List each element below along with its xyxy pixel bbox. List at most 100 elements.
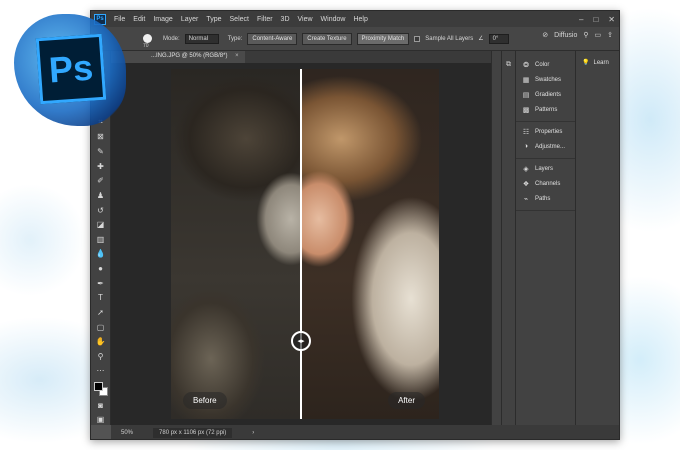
mode-label: Mode: bbox=[163, 35, 180, 42]
panel-paths[interactable]: ⌁ Paths bbox=[516, 191, 575, 206]
hand-tool-icon[interactable]: ✋ bbox=[94, 336, 108, 347]
history-panel-icon[interactable]: ⧉ bbox=[506, 61, 511, 69]
menu-layer[interactable]: Layer bbox=[177, 16, 203, 23]
photoshop-logo: Ps bbox=[14, 14, 126, 126]
menu-type[interactable]: Type bbox=[202, 16, 225, 23]
screen-mode-icon[interactable]: ▣ bbox=[94, 414, 108, 425]
type-label: Type: bbox=[227, 35, 243, 42]
angle-icon: ∠ bbox=[478, 36, 484, 42]
panel-group-properties: ☷ Properties ◑ Adjustme... bbox=[516, 122, 575, 159]
pen-tool-icon[interactable]: ✒ bbox=[94, 278, 108, 289]
half-circle-icon: ◑ bbox=[523, 143, 529, 150]
before-label: Before bbox=[183, 392, 227, 409]
photoshop-window: Ps File Edit Image Layer Type Select Fil… bbox=[90, 10, 620, 440]
clone-stamp-tool-icon[interactable]: ♟ bbox=[94, 190, 108, 201]
after-photo bbox=[301, 69, 439, 419]
collapsed-history-panel[interactable]: ⧉ bbox=[501, 51, 515, 425]
menu-view[interactable]: View bbox=[294, 16, 317, 23]
dodge-tool-icon[interactable]: ● bbox=[94, 263, 108, 274]
brush-size-value: 70 bbox=[143, 43, 149, 49]
panel-patterns[interactable]: ▩ Patterns bbox=[516, 102, 575, 117]
panel-adjustments-label: Adjustme... bbox=[535, 143, 566, 150]
more-tools-icon[interactable]: ⋯ bbox=[94, 366, 108, 377]
blur-tool-icon[interactable]: 💧 bbox=[94, 249, 108, 260]
path-selection-tool-icon[interactable]: ➚ bbox=[94, 307, 108, 318]
menu-window[interactable]: Window bbox=[317, 16, 350, 23]
search-icon[interactable]: ⚲ bbox=[583, 31, 588, 39]
menu-image[interactable]: Image bbox=[149, 16, 176, 23]
panel-learn[interactable]: 💡 Learn bbox=[576, 59, 619, 67]
rectangle-tool-icon[interactable]: ▢ bbox=[94, 322, 108, 333]
tab-close-icon[interactable]: × bbox=[235, 53, 239, 59]
panel-channels-label: Channels bbox=[535, 180, 561, 187]
window-controls: – □ ✕ bbox=[579, 11, 615, 27]
history-brush-tool-icon[interactable]: ↺ bbox=[94, 205, 108, 216]
menu-help[interactable]: Help bbox=[349, 16, 371, 23]
pen-path-icon: ⌁ bbox=[523, 195, 529, 203]
brush-tool-icon[interactable]: ✐ bbox=[94, 176, 108, 187]
panel-color-label: Color bbox=[535, 61, 550, 68]
healing-brush-tool-icon[interactable]: ✚ bbox=[94, 161, 108, 172]
canvas-area: ◂▸ Before After bbox=[111, 63, 491, 425]
pressure-icon[interactable]: ⊘ bbox=[542, 31, 548, 39]
pattern-icon: ▩ bbox=[522, 106, 530, 114]
learn-panel: 💡 Learn bbox=[575, 51, 619, 425]
menu-filter[interactable]: Filter bbox=[253, 16, 277, 23]
create-texture-button[interactable]: Create Texture bbox=[302, 32, 352, 45]
menu-3d[interactable]: 3D bbox=[277, 16, 294, 23]
share-icon[interactable]: ⇪ bbox=[607, 31, 613, 39]
quick-mask-icon[interactable]: ◙ bbox=[94, 400, 108, 411]
comparison-divider[interactable] bbox=[300, 69, 302, 419]
brush-preset-picker[interactable]: 70 bbox=[143, 34, 152, 49]
panel-properties-label: Properties bbox=[535, 128, 563, 135]
proximity-match-button[interactable]: Proximity Match bbox=[356, 32, 410, 45]
layers-icon: ◈ bbox=[523, 165, 529, 173]
grid-icon: ▦ bbox=[522, 76, 530, 84]
document-tab-title: ...ING.JPG @ 50% (RGB/8*) bbox=[151, 53, 228, 59]
workspace-icon[interactable]: ▭ bbox=[595, 31, 602, 39]
mode-select[interactable]: Normal bbox=[184, 33, 219, 44]
document-canvas[interactable]: ◂▸ Before After bbox=[171, 69, 439, 419]
panel-gradients-label: Gradients bbox=[535, 91, 562, 98]
panel-properties[interactable]: ☷ Properties bbox=[516, 124, 575, 139]
menu-select[interactable]: Select bbox=[226, 16, 253, 23]
zoom-tool-icon[interactable]: ⚲ bbox=[94, 351, 108, 362]
menu-edit[interactable]: Edit bbox=[129, 16, 149, 23]
eraser-tool-icon[interactable]: ◪ bbox=[94, 219, 108, 230]
maximize-button[interactable]: □ bbox=[593, 15, 598, 24]
close-button[interactable]: ✕ bbox=[608, 15, 615, 24]
eyedropper-tool-icon[interactable]: ✎ bbox=[94, 146, 108, 157]
document-tab[interactable]: ...ING.JPG @ 50% (RGB/8*) × bbox=[111, 51, 245, 63]
panel-color[interactable]: ❂ Color bbox=[516, 57, 575, 72]
panel-layers[interactable]: ◈ Layers bbox=[516, 161, 575, 176]
frame-tool-icon[interactable]: ⊠ bbox=[94, 132, 108, 143]
workspace-label: Diffusio bbox=[554, 31, 578, 39]
panel-group-layers: ◈ Layers ❖ Channels ⌁ Paths bbox=[516, 159, 575, 211]
status-bar: 50% 780 px x 1106 px (72 ppi) › bbox=[111, 425, 619, 439]
panel-channels[interactable]: ❖ Channels bbox=[516, 176, 575, 191]
minimize-button[interactable]: – bbox=[579, 15, 583, 24]
panel-adjustments[interactable]: ◑ Adjustme... bbox=[516, 139, 575, 154]
sample-all-layers-checkbox[interactable] bbox=[414, 35, 421, 42]
panel-scroll-strip bbox=[491, 51, 501, 425]
angle-input[interactable]: 0° bbox=[488, 33, 509, 44]
before-photo bbox=[171, 69, 301, 419]
status-menu-chevron-icon[interactable]: › bbox=[252, 430, 254, 436]
panel-swatches[interactable]: ▦ Swatches bbox=[516, 72, 575, 87]
document-info[interactable]: 780 px x 1106 px (72 ppi) bbox=[153, 428, 233, 438]
zoom-level[interactable]: 50% bbox=[121, 430, 133, 436]
panel-layers-label: Layers bbox=[535, 165, 554, 172]
document-tab-bar: ...ING.JPG @ 50% (RGB/8*) × bbox=[111, 51, 491, 63]
menu-bar: Ps File Edit Image Layer Type Select Fil… bbox=[91, 11, 619, 27]
channels-icon: ❖ bbox=[522, 180, 530, 188]
comparison-slider-handle[interactable]: ◂▸ bbox=[291, 331, 311, 351]
gradient-icon: ▤ bbox=[522, 91, 530, 99]
color-swatches[interactable] bbox=[93, 382, 108, 397]
lightbulb-icon: 💡 bbox=[582, 60, 590, 66]
foreground-color-swatch[interactable] bbox=[93, 382, 103, 392]
after-label: After bbox=[388, 392, 425, 409]
content-aware-button[interactable]: Content-Aware bbox=[247, 32, 298, 45]
panel-gradients[interactable]: ▤ Gradients bbox=[516, 87, 575, 102]
gradient-tool-icon[interactable]: ▥ bbox=[94, 234, 108, 245]
type-tool-icon[interactable]: T bbox=[94, 293, 108, 304]
